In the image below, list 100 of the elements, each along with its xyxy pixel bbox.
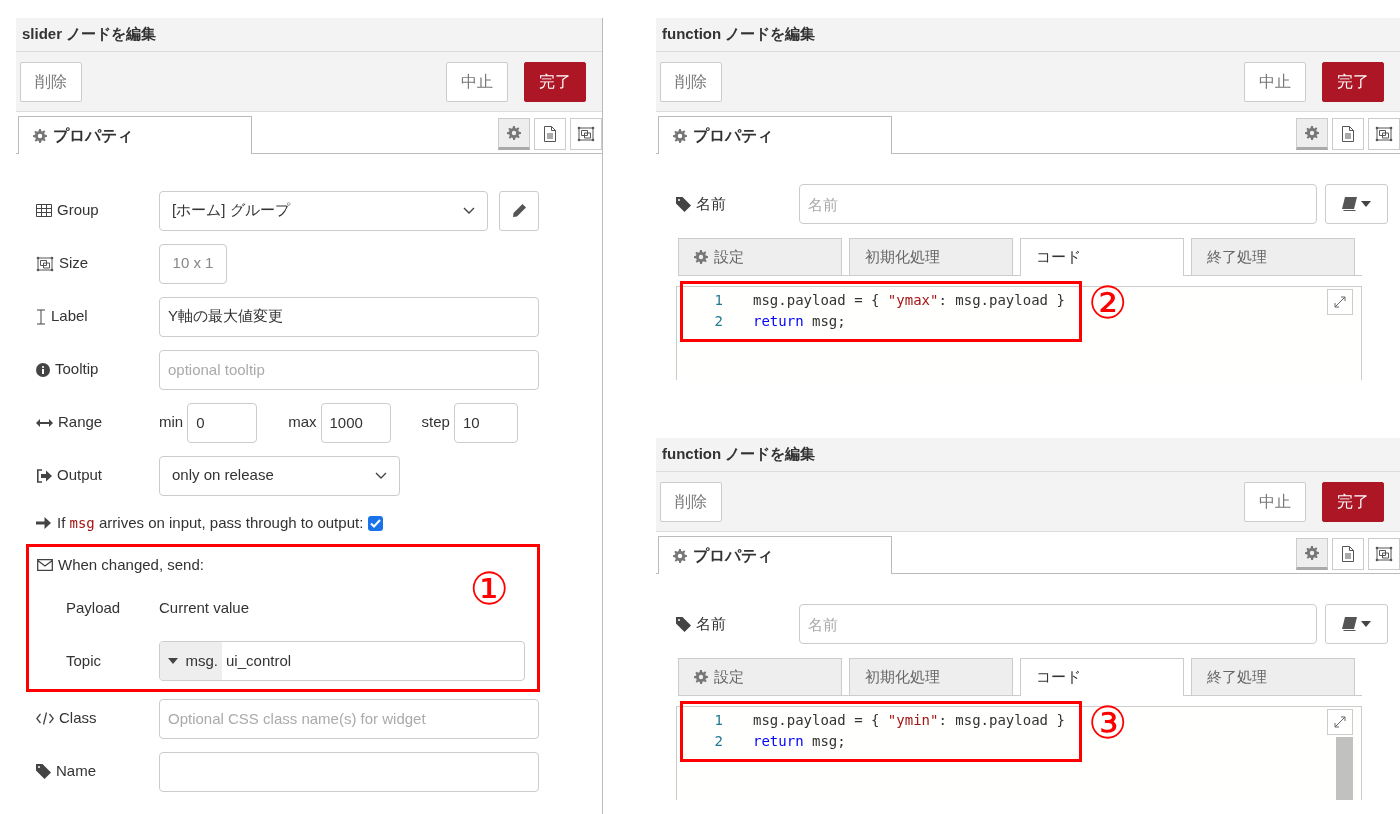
appearance-button[interactable] [1368,538,1400,570]
field-label: Label [51,306,88,327]
settings-button[interactable] [1296,118,1328,150]
settings-button[interactable] [498,118,530,150]
gear-icon [673,128,687,143]
description-button[interactable] [534,118,566,150]
code-line: return msg; [753,312,846,331]
pencil-icon [512,204,526,217]
tab[interactable]: 終了処理 [1191,658,1355,695]
delete-button[interactable]: 削除 [660,481,722,522]
expand-icon [1334,296,1346,308]
description-button[interactable] [1332,118,1364,150]
text-field[interactable]: optional tooltip [159,349,539,390]
frame-icon [36,255,54,272]
passthrough-label: If msg arrives on input, pass through to output: [57,512,364,533]
line-number: 1 [713,291,723,310]
line-number: 2 [713,732,723,751]
payload-label: Payload [65,597,122,618]
delete-button[interactable]: 削除 [660,61,722,102]
group-select[interactable]: [ホーム] グループ [159,190,488,231]
cancel-button[interactable]: 中止 [446,61,508,102]
library-button[interactable] [1325,184,1388,224]
library-button[interactable] [1325,604,1388,644]
range-label: min [159,412,184,433]
tab[interactable]: コード [1020,658,1184,696]
dialog-title: function ノードを編集 [656,438,1400,472]
tab[interactable]: コード [1020,238,1184,276]
table-icon [36,204,52,217]
topic-field[interactable]: msg. ui_control [159,641,525,681]
output-select[interactable]: only on release [159,455,400,496]
tab[interactable]: 初期化処理 [849,658,1013,695]
gear-icon [1305,546,1319,560]
type-selector[interactable]: msg. [160,642,222,680]
book-icon [1342,197,1358,211]
gear-icon [507,126,521,140]
info-icon [36,362,50,377]
caret-icon [1360,201,1371,207]
field-label: Output [57,465,103,486]
name-field[interactable]: 名前 [799,604,1317,644]
size-button[interactable]: 10 x 1 [159,243,227,284]
delete-button[interactable]: 削除 [20,61,82,102]
field-label: Group [57,200,99,221]
max-field[interactable]: 1000 [320,402,391,443]
caret-icon [168,658,178,664]
min-field[interactable]: 0 [187,402,258,443]
name-field[interactable]: 名前 [799,184,1317,224]
tag-icon [36,764,51,779]
envelope-icon [37,559,53,571]
appearance-button[interactable] [570,118,602,150]
tab[interactable]: 設定 [678,238,842,275]
edit-button[interactable] [499,190,539,231]
frame-icon [1375,126,1393,142]
line-number: 1 [713,711,723,730]
field-label: Size [59,253,89,274]
tab[interactable]: 設定 [678,658,842,695]
gear-icon [33,128,47,143]
document-icon [1341,546,1355,562]
gear-icon [694,250,708,264]
gear-icon [673,548,687,563]
tab[interactable]: 初期化処理 [849,238,1013,275]
cancel-button[interactable]: 中止 [1244,481,1306,522]
settings-button[interactable] [1296,538,1328,570]
description-button[interactable] [1332,538,1364,570]
document-icon [1341,126,1355,142]
field-label: Class [59,708,97,729]
line-number: 2 [713,312,723,331]
caret-icon [1360,621,1371,627]
exit-arrow-icon [36,468,52,483]
tag-icon [676,196,691,212]
code-line: return msg; [753,732,846,751]
tag-icon [676,616,691,632]
cancel-button[interactable]: 中止 [1244,61,1306,102]
properties-tab[interactable]: プロパティ [658,536,892,574]
code-icon [36,712,54,725]
properties-tab[interactable]: プロパティ [658,116,892,154]
text-field[interactable]: Optional CSS class name(s) for widget [159,698,539,739]
chevron-down-icon [463,206,475,215]
payload-value: Current value [159,597,250,618]
dialog-title: function ノードを編集 [656,18,1400,52]
document-icon [543,126,557,142]
gear-icon [694,670,708,684]
done-button[interactable]: 完了 [1322,61,1384,102]
properties-tab[interactable]: プロパティ [18,116,252,154]
tab[interactable]: 終了処理 [1191,238,1355,275]
field-label: Name [56,761,96,782]
range-label: max [288,412,317,433]
double-arrow-icon [36,417,53,428]
frame-icon [1375,546,1393,562]
appearance-button[interactable] [1368,118,1400,150]
step-field[interactable]: 10 [453,402,518,443]
done-button[interactable]: 完了 [1322,481,1384,522]
text-field[interactable]: Y軸の最大値変更 [159,296,539,337]
field-label: 名前 [696,193,726,214]
annotation-number: ② [1088,281,1128,329]
text-field[interactable] [159,751,539,792]
dialog-title: slider ノードを編集 [16,18,602,52]
field-label: Range [58,412,103,433]
annotation-number: ③ [1088,701,1128,749]
done-button[interactable]: 完了 [524,61,586,102]
checkbox[interactable] [368,515,384,531]
